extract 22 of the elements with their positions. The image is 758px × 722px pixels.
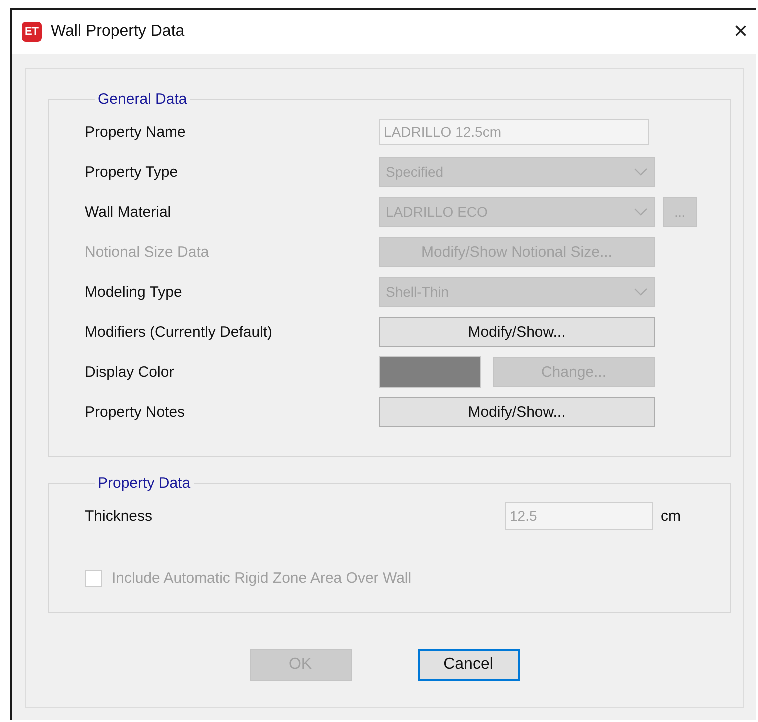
chevron-down-icon: [634, 168, 648, 176]
modify-show-button[interactable]: Modify/Show...: [379, 317, 655, 347]
checkbox-label: Include Automatic Rigid Zone Area Over Wall: [112, 570, 412, 587]
close-button[interactable]: ×: [726, 18, 756, 46]
app-logo-icon: ET: [22, 22, 42, 42]
group-title: Property Data: [97, 475, 192, 492]
field-label: Display Color: [85, 364, 176, 380]
field-label: Modeling Type: [85, 284, 184, 300]
field-label: Property Type: [85, 164, 180, 180]
unit-label: cm: [661, 508, 681, 524]
chevron-down-icon: [634, 208, 648, 216]
field-label: Property Name: [85, 124, 187, 140]
field-label: Thickness: [85, 508, 154, 524]
group-title: General Data: [97, 91, 188, 108]
chevron-down-icon: [634, 288, 648, 296]
field-label: Modifiers (Currently Default): [85, 324, 274, 340]
cancel-button[interactable]: Cancel: [418, 649, 520, 681]
window-title: Wall Property Data: [51, 23, 185, 41]
modify-show-button[interactable]: Modify/Show...: [379, 397, 655, 427]
field-label: Notional Size Data: [85, 244, 210, 260]
field-label: Property Notes: [85, 404, 186, 420]
field-label: Wall Material: [85, 204, 172, 220]
